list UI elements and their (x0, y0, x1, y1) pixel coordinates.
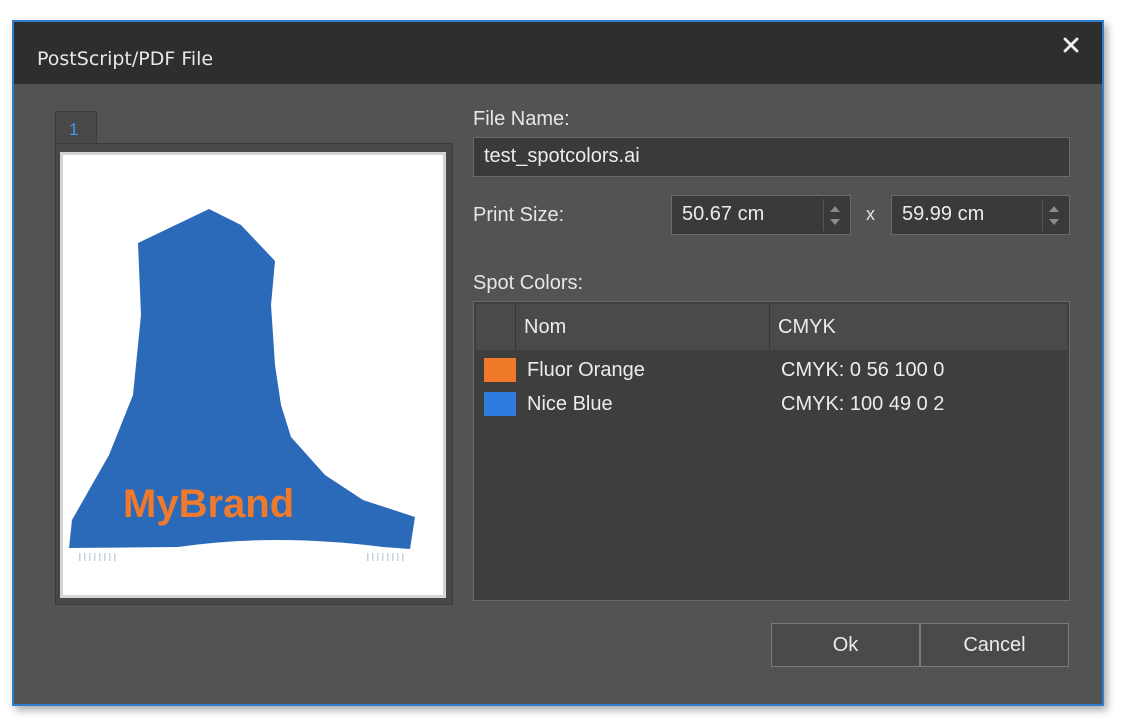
column-header-swatch[interactable] (476, 304, 516, 350)
registration-marks-left (79, 553, 116, 561)
spot-color-name: Fluor Orange (527, 359, 645, 381)
spot-colors-table: Nom CMYK Fluor Orange CMYK: 0 56 100 0 N… (473, 301, 1070, 601)
artwork-preview: MyBrand (69, 209, 415, 561)
color-swatch (484, 358, 516, 382)
print-height-value: 59.99 cm (902, 203, 985, 225)
column-header-name[interactable]: Nom (516, 304, 770, 350)
size-separator: x (866, 204, 875, 224)
table-row[interactable]: Fluor Orange CMYK: 0 56 100 0 (476, 354, 1067, 388)
spot-color-cmyk: CMYK: 100 49 0 2 (781, 393, 945, 415)
ok-button[interactable]: Ok (771, 623, 920, 667)
color-swatch (484, 392, 516, 416)
page-tab-1[interactable]: 1 (55, 111, 97, 145)
increment-arrow-icon[interactable] (1049, 206, 1059, 212)
print-width-stepper (823, 199, 846, 231)
window-title: PostScript/PDF File (37, 48, 214, 70)
close-icon (1063, 37, 1079, 53)
print-width-spinner[interactable]: 50.67 cm (671, 195, 851, 235)
title-bar: PostScript/PDF File (14, 22, 1102, 84)
print-height-stepper (1042, 199, 1065, 231)
print-height-spinner[interactable]: 59.99 cm (891, 195, 1070, 235)
postscript-pdf-dialog: PostScript/PDF File 1 MyBrand File Name:… (12, 20, 1104, 706)
column-header-cmyk[interactable]: CMYK (770, 304, 1067, 350)
preview-panel: MyBrand (55, 143, 453, 605)
page-tab-label: 1 (69, 120, 79, 139)
increment-arrow-icon[interactable] (830, 206, 840, 212)
close-button[interactable] (1058, 32, 1084, 58)
file-name-field[interactable]: test_spotcolors.ai (473, 137, 1070, 177)
table-row[interactable]: Nice Blue CMYK: 100 49 0 2 (476, 388, 1067, 422)
cancel-button[interactable]: Cancel (920, 623, 1069, 667)
artwork-brand-text: MyBrand (123, 482, 294, 526)
spot-color-cmyk: CMYK: 0 56 100 0 (781, 359, 945, 381)
print-size-label: Print Size: (473, 204, 565, 226)
file-name-label: File Name: (473, 108, 570, 130)
registration-marks-right (367, 553, 404, 561)
decrement-arrow-icon[interactable] (1049, 219, 1059, 225)
spot-color-name: Nice Blue (527, 393, 613, 415)
spot-colors-label: Spot Colors: (473, 272, 584, 294)
table-header: Nom CMYK (476, 304, 1067, 350)
decrement-arrow-icon[interactable] (830, 219, 840, 225)
preview-page: MyBrand (60, 152, 446, 598)
print-width-value: 50.67 cm (682, 203, 765, 225)
